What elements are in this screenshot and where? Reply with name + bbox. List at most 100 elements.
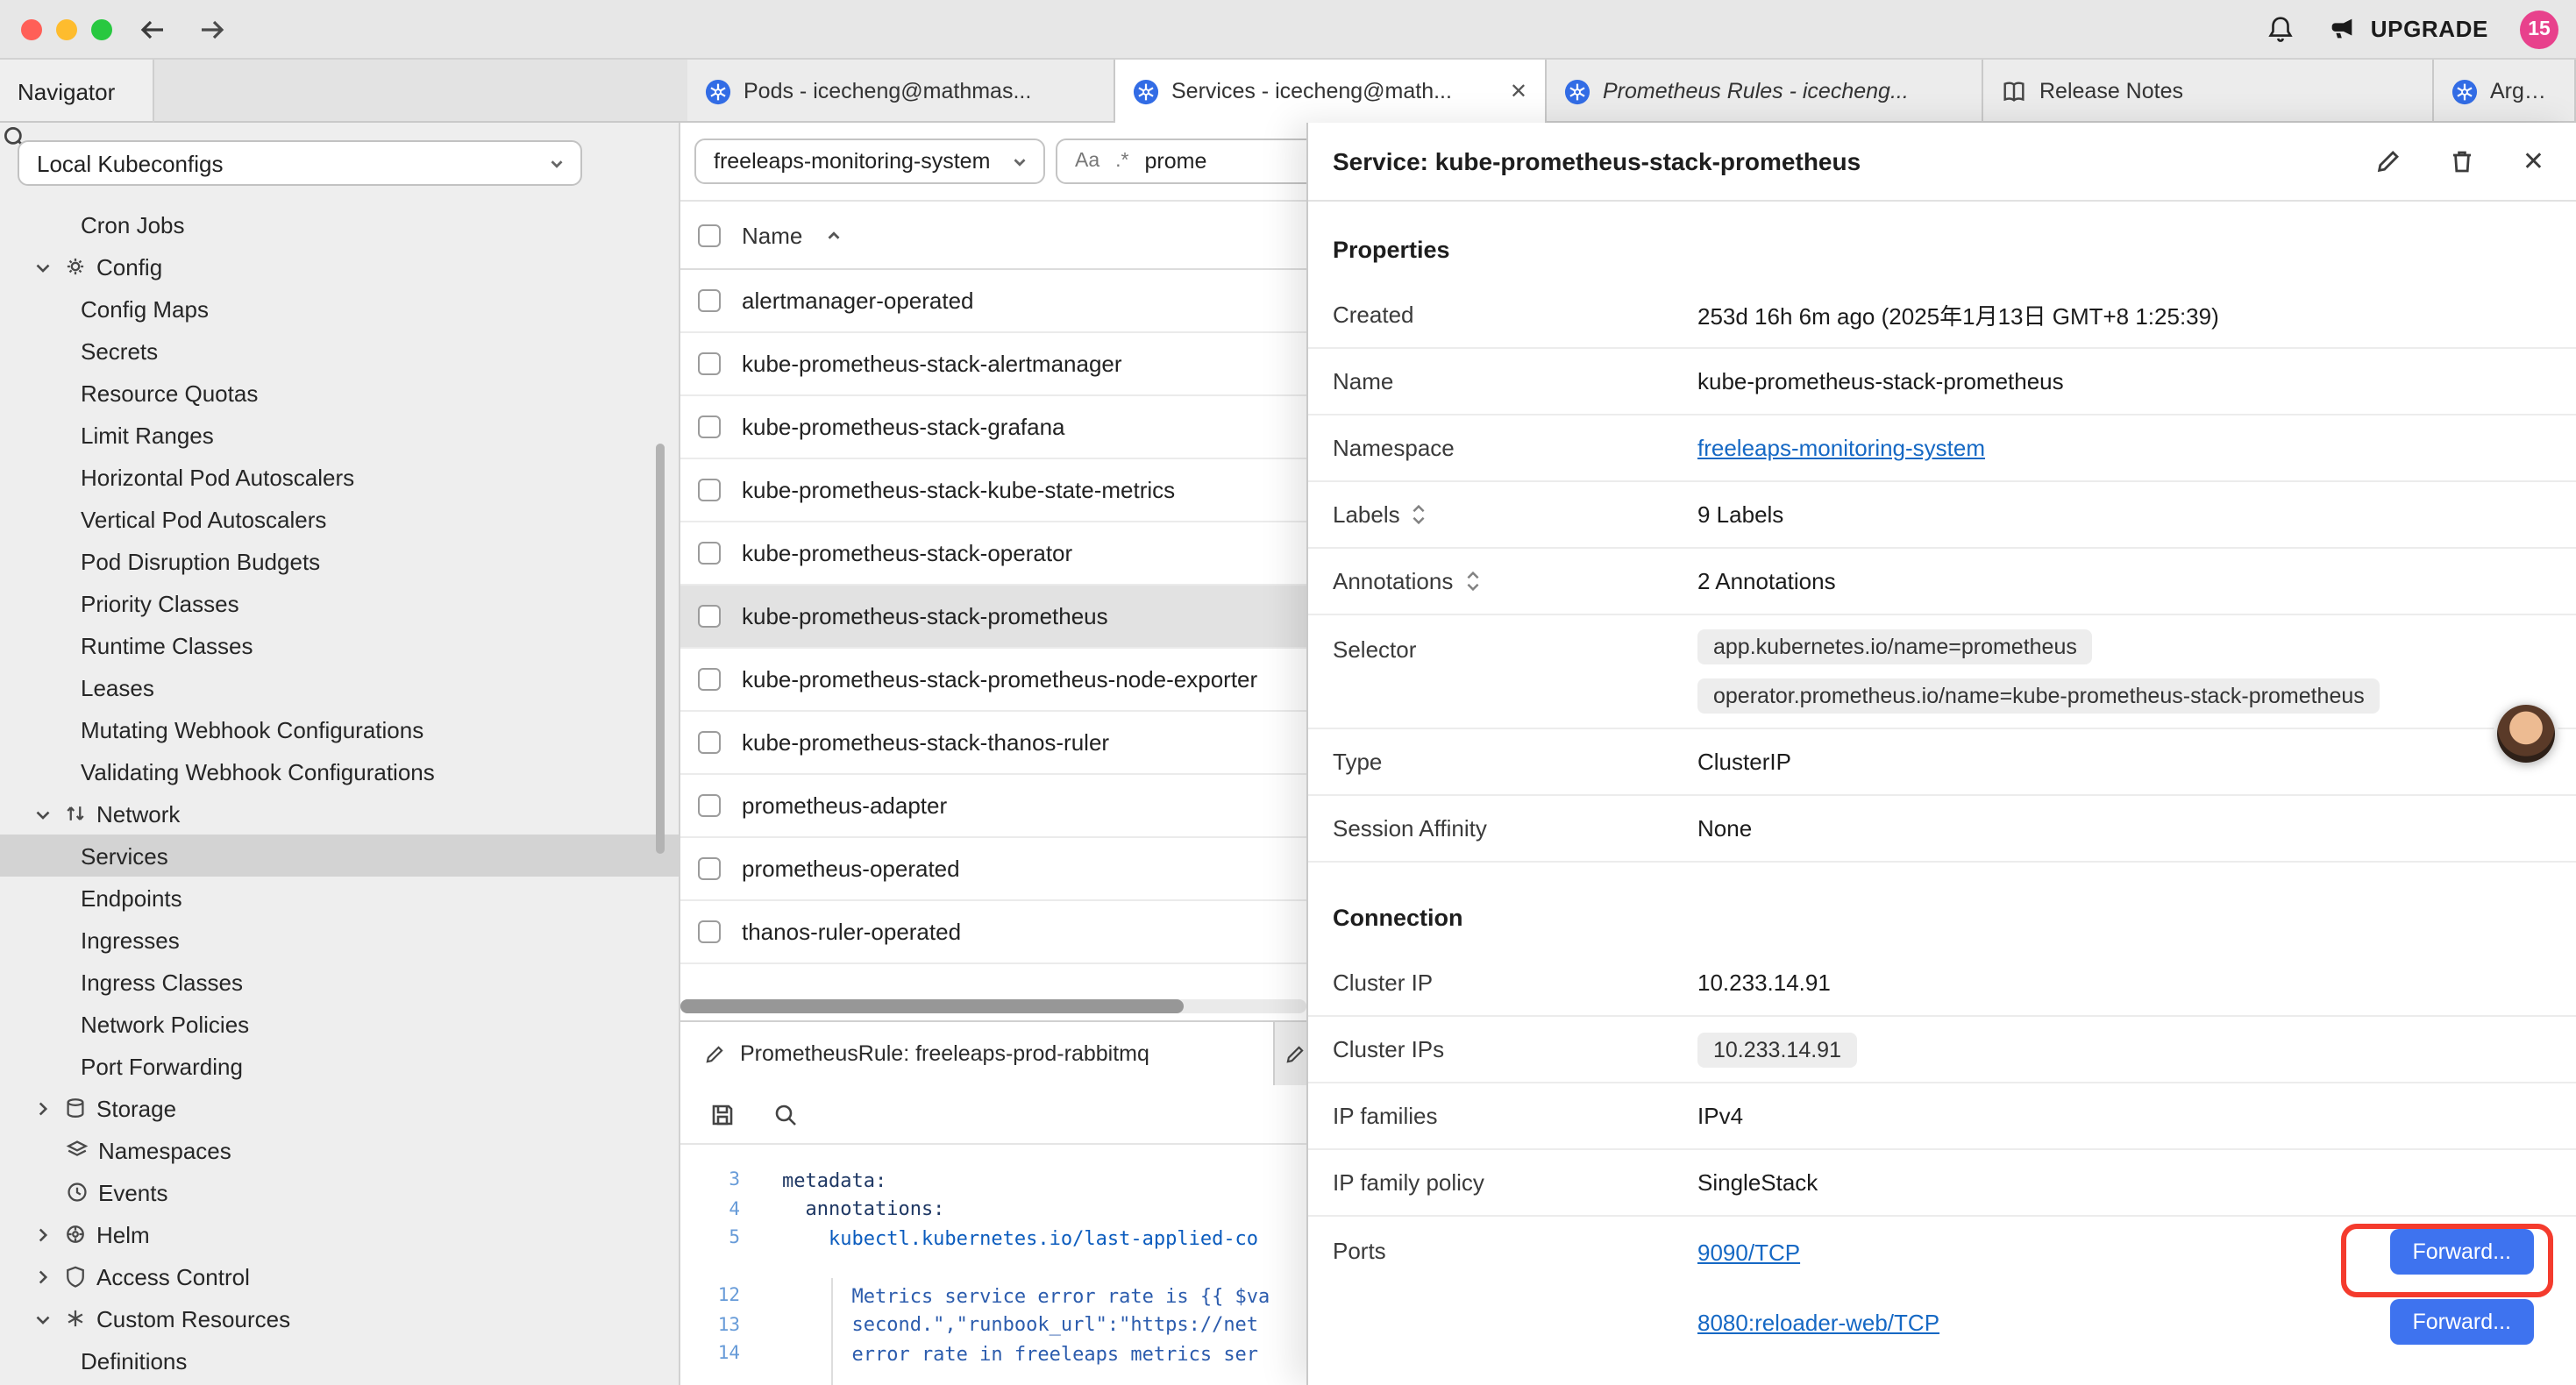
editor-tab-prometheusrule[interactable]: PrometheusRule: freeleaps-prod-rabbitmq (680, 1022, 1275, 1085)
yaml-editor[interactable]: 3metadata: 4 annotations: 5 kubectl.kube… (680, 1145, 1306, 1385)
sidebar-item-ingress-classes[interactable]: Ingress Classes (0, 961, 679, 1003)
upgrade-label: UPGRADE (2371, 16, 2488, 42)
forward-port-button[interactable]: Forward... (2389, 1299, 2534, 1345)
sidebar-item-network[interactable]: Network (0, 792, 679, 835)
sidebar-item-cron-jobs[interactable]: Cron Jobs (0, 203, 679, 245)
sidebar-item-config[interactable]: Config (0, 245, 679, 288)
tab-pods[interactable]: Pods - icecheng@mathmas... (687, 60, 1115, 123)
sidebar-item-limit-ranges[interactable]: Limit Ranges (0, 414, 679, 456)
sidebar-item-priority-classes[interactable]: Priority Classes (0, 582, 679, 624)
column-header-name[interactable]: Name (742, 222, 802, 248)
line-number: 13 (680, 1315, 740, 1336)
sidebar-item-horizontal-pod-autoscalers[interactable]: Horizontal Pod Autoscalers (0, 456, 679, 498)
property-row-ports: Ports 9090/TCP Forward... 8080:reloader-… (1308, 1217, 2576, 1357)
sidebar-item-helm[interactable]: Helm (0, 1213, 679, 1255)
chevron-down-icon (547, 153, 566, 173)
port-link-8080-reloader-web[interactable]: 8080:reloader-web/TCP (1697, 1309, 1939, 1335)
notifications-bell-icon[interactable] (2266, 14, 2295, 44)
tab-label: Release Notes (2039, 79, 2415, 103)
save-icon[interactable] (708, 1100, 737, 1128)
sidebar-item-validating-webhook-configurations[interactable]: Validating Webhook Configurations (0, 750, 679, 792)
editor-tab-partial[interactable] (1275, 1022, 1306, 1085)
delete-trash-icon[interactable] (2449, 147, 2477, 175)
close-tab-icon[interactable]: ✕ (1510, 79, 1527, 103)
sidebar-item-vertical-pod-autoscalers[interactable]: Vertical Pod Autoscalers (0, 498, 679, 540)
back-button[interactable] (137, 14, 168, 46)
namespace-link[interactable]: freeleaps-monitoring-system (1697, 435, 1985, 461)
sidebar-item-namespaces[interactable]: Namespaces (0, 1129, 679, 1171)
pencil-icon (703, 1042, 726, 1065)
minimize-window-button[interactable] (56, 19, 77, 40)
database-icon (63, 1096, 88, 1120)
horizontal-scrollbar-thumb[interactable] (680, 999, 1184, 1013)
chevron-right-icon[interactable] (32, 1097, 54, 1119)
line-number: 12 (680, 1286, 740, 1307)
sidebar-item-events[interactable]: Events (0, 1171, 679, 1213)
forward-port-button[interactable]: Forward... (2389, 1229, 2534, 1275)
sidebar-item-pod-disruption-budgets[interactable]: Pod Disruption Budgets (0, 540, 679, 582)
row-checkbox[interactable] (698, 731, 721, 754)
sidebar-scrollbar-thumb[interactable] (656, 444, 665, 854)
sidebar-item-custom-resources[interactable]: Custom Resources (0, 1297, 679, 1339)
match-case-toggle[interactable]: Aa (1075, 151, 1099, 172)
editor-tab-strip: PrometheusRule: freeleaps-prod-rabbitmq (680, 1020, 1306, 1085)
chevron-down-icon[interactable] (32, 802, 54, 825)
tab-services[interactable]: Services - icecheng@math... ✕ (1115, 60, 1547, 123)
tab-release-notes[interactable]: Release Notes (1983, 60, 2434, 123)
chevron-right-icon[interactable] (32, 1265, 54, 1288)
row-checkbox[interactable] (698, 289, 721, 312)
code-line: second.","runbook_url":"https://net (782, 1314, 1258, 1337)
tab-prometheus-rules[interactable]: Prometheus Rules - icecheng... (1547, 60, 1983, 123)
row-checkbox[interactable] (698, 857, 721, 880)
property-row-namespace: Namespace freeleaps-monitoring-system (1308, 416, 2576, 482)
sidebar-item-leases[interactable]: Leases (0, 666, 679, 708)
tab-argo[interactable]: Argo Se (2434, 60, 2576, 123)
horizontal-scrollbar-track[interactable] (680, 999, 1306, 1013)
row-checkbox[interactable] (698, 479, 721, 501)
row-checkbox[interactable] (698, 542, 721, 565)
sidebar-item-access-control[interactable]: Access Control (0, 1255, 679, 1297)
row-checkbox[interactable] (698, 920, 721, 943)
chevron-down-icon[interactable] (32, 1307, 54, 1330)
code-line: annotations: (782, 1198, 944, 1221)
row-checkbox[interactable] (698, 794, 721, 817)
namespace-filter-dropdown[interactable]: freeleaps-monitoring-system (694, 138, 1045, 184)
expand-collapse-icon[interactable] (1411, 501, 1428, 528)
upgrade-button[interactable]: UPGRADE (2327, 14, 2488, 44)
sidebar-item-endpoints[interactable]: Endpoints (0, 877, 679, 919)
sidebar-item-port-forwarding[interactable]: Port Forwarding (0, 1045, 679, 1087)
sidebar-item-resource-quotas[interactable]: Resource Quotas (0, 372, 679, 414)
edit-icon[interactable] (2375, 147, 2403, 175)
property-row-ip-family-policy: IP family policy SingleStack (1308, 1150, 2576, 1217)
sidebar-item-ingresses[interactable]: Ingresses (0, 919, 679, 961)
regex-toggle[interactable]: .* (1115, 151, 1128, 172)
forward-button[interactable] (196, 14, 228, 46)
notification-count-badge[interactable]: 15 (2520, 10, 2558, 48)
port-link-9090[interactable]: 9090/TCP (1697, 1239, 1800, 1265)
assistant-avatar[interactable] (2497, 705, 2555, 763)
select-all-checkbox[interactable] (698, 224, 721, 246)
sidebar-item-services[interactable]: Services (0, 835, 679, 877)
sidebar-item-secrets[interactable]: Secrets (0, 330, 679, 372)
row-checkbox[interactable] (698, 605, 721, 628)
sidebar-item-definitions[interactable]: Definitions (0, 1339, 679, 1381)
row-checkbox[interactable] (698, 352, 721, 375)
row-checkbox[interactable] (698, 416, 721, 438)
expand-collapse-icon[interactable] (1463, 568, 1481, 594)
close-window-button[interactable] (21, 19, 42, 40)
close-drawer-icon[interactable]: ✕ (2523, 148, 2544, 174)
chevron-right-icon[interactable] (32, 1223, 54, 1246)
sort-ascending-icon[interactable] (823, 225, 843, 245)
row-checkbox[interactable] (698, 668, 721, 691)
chevron-down-icon[interactable] (32, 255, 54, 278)
sidebar-item-storage[interactable]: Storage (0, 1087, 679, 1129)
sidebar-item-network-policies[interactable]: Network Policies (0, 1003, 679, 1045)
editor-search-icon[interactable] (772, 1100, 800, 1128)
sidebar-item-mutating-webhook-configurations[interactable]: Mutating Webhook Configurations (0, 708, 679, 750)
sidebar-item-runtime-classes[interactable]: Runtime Classes (0, 624, 679, 666)
kubeconfig-selector[interactable]: Local Kubeconfigs (18, 140, 582, 186)
sidebar-item-config-maps[interactable]: Config Maps (0, 288, 679, 330)
tab-label: Services - icecheng@math... (1171, 79, 1498, 103)
maximize-window-button[interactable] (91, 19, 112, 40)
type-value: ClusterIP (1697, 749, 1791, 775)
